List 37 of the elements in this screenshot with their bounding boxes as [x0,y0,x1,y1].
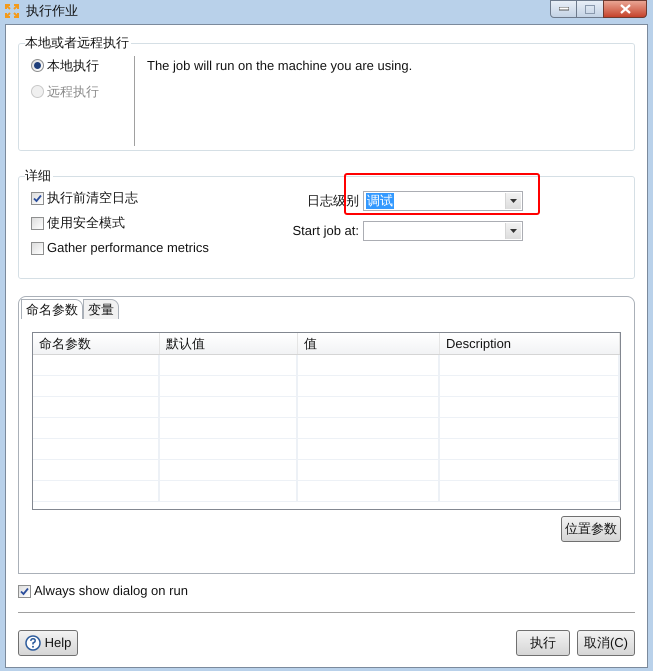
checkbox[interactable] [18,584,31,598]
checkbox[interactable] [31,216,44,230]
option-label: 本地执行 [47,57,99,75]
checkbox-label: Gather performance metrics [47,239,209,258]
checkbox-label: 使用安全模式 [47,214,125,232]
cancel-button[interactable]: 取消(C) [577,630,635,656]
group-title: 详细 [25,168,53,184]
checkbox[interactable] [31,242,44,254]
column-header[interactable]: Description [440,333,620,354]
run-button[interactable]: 执行 [516,630,570,656]
checkbox-label: Always show dialog on run [34,582,188,600]
close-icon [620,4,630,14]
selected-value: 调试 [366,193,394,209]
maximize-icon [585,4,595,14]
field-label: 日志级别 [306,192,359,210]
field-label: Start job at: [292,222,359,240]
option-label: 远程执行 [47,82,99,100]
radio-button[interactable] [31,59,44,72]
description-text: The job will run on the machine you are using. [147,57,412,74]
minimize-button[interactable] [550,0,577,18]
positional-params-button[interactable]: 位置参数 [561,516,621,542]
column-header[interactable]: 值 [298,333,440,354]
tab[interactable]: 变量 [83,299,119,319]
maximize-button[interactable] [577,0,603,18]
window-title: 执行作业 [26,2,78,20]
minimize-icon [558,7,568,11]
column-header[interactable]: 命名参数 [33,333,160,354]
column-header[interactable]: 默认值 [160,333,298,354]
app-icon [4,3,20,19]
checkbox[interactable] [31,192,44,204]
help-icon [24,635,41,651]
start-job-dropdown[interactable] [363,221,523,241]
close-button[interactable] [603,0,647,18]
checkbox-label: 执行前清空日志 [47,189,138,208]
tab[interactable]: 命名参数 [21,299,83,319]
help-button[interactable]: Help [18,630,78,656]
group-title: 本地或者远程执行 [25,35,131,51]
